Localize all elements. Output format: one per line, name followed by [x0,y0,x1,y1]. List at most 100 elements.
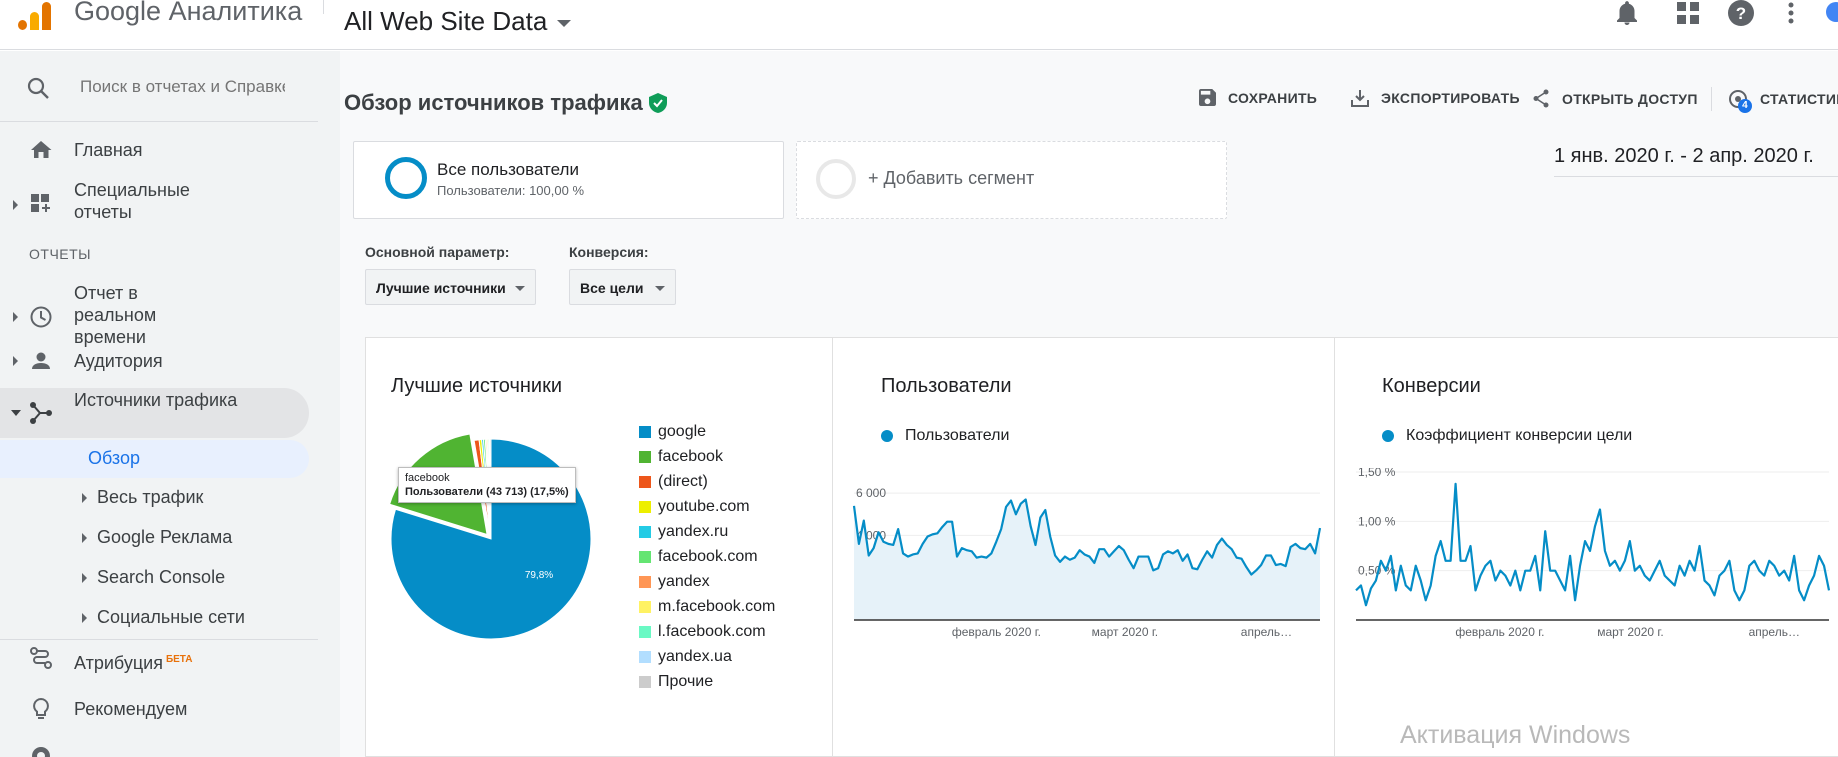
y-tick-label: 1,50 % [1358,468,1396,479]
segment-detail: Пользователи: 100,00 % [437,183,585,198]
sidebar-item-home[interactable]: Главная [0,139,318,169]
x-tick-label: март 2020 г. [1597,625,1663,639]
lightbulb-icon [33,697,49,719]
expand-arrow-icon [13,200,18,210]
sidebar-subitem-google-ads[interactable]: Google Реклама [0,527,318,551]
sidebar-subitem-overview[interactable]: Обзор [0,448,318,472]
segment-all-users[interactable]: Все пользователи Пользователи: 100,00 % [353,141,784,219]
sidebar-item-realtime[interactable]: Отчет в реальном времени [0,282,318,352]
help-icon[interactable]: ? [1728,0,1754,26]
export-button[interactable]: ЭКСПОРТИРОВАТЬ [1351,89,1520,107]
conversions-series-legend[interactable]: Коэффициент конверсии цели [1382,427,1632,445]
chart-tooltip: facebook Пользователи (43 713) (17,5%) [398,467,576,503]
legend-label: (direct) [658,472,708,490]
sidebar-subitem-label: Обзор [88,448,140,468]
sidebar-item-label: Источники трафика [74,390,238,410]
sidebar-item-attribution[interactable]: Атрибуция БЕТА [0,647,318,677]
sidebar-item-acquisition[interactable]: Источники трафика [0,389,318,437]
legend-item[interactable]: facebook.com [639,544,775,569]
pie-label-google: 79,8% [525,570,553,581]
insights-button[interactable]: 4 СТАТИСТИКА [1728,89,1838,113]
sources-legend: google facebook (direct) youtube.com yandex.… [639,419,775,694]
windows-activation-watermark: Активация Windows [1400,721,1631,749]
bell-icon[interactable] [1614,0,1640,26]
conversions-series-label: Коэффициент конверсии цели [1406,427,1633,444]
x-tick-label: февраль 2020 г. [1455,625,1544,639]
sidebar-item-partial[interactable] [28,743,54,757]
expand-arrow-icon [82,613,87,623]
legend-item[interactable]: facebook [639,444,775,469]
legend-label: yandex.ru [658,522,729,540]
legend-item[interactable]: yandex.ru [639,519,775,544]
clock-icon [30,306,52,328]
sidebar-divider [0,639,318,640]
legend-item[interactable]: m.facebook.com [639,594,775,619]
conversion-label: Конверсия: [569,244,649,260]
apps-grid-icon[interactable] [1675,0,1701,26]
segment-name: Все пользователи [437,160,579,179]
expand-arrow-icon [13,312,18,322]
sidebar-item-label: Рекомендуем [74,699,188,719]
avatar[interactable] [1826,2,1838,22]
legend-item[interactable]: yandex [639,569,775,594]
sidebar-subitem-search-console[interactable]: Search Console [0,567,318,591]
sidebar-item-label: Специальные отчеты [74,180,190,222]
x-tick-label: апрель… [1749,625,1800,639]
share-button[interactable]: ОТКРЫТЬ ДОСТУП [1532,89,1698,108]
legend-swatch [639,425,651,438]
share-icon [1533,89,1549,108]
primary-dimension-select[interactable]: Лучшие источники [365,269,536,305]
legend-label: youtube.com [658,497,750,515]
conversions-line-chart[interactable]: 1,50 %1,00 %0,50 %февраль 2020 г. март 20… [1354,468,1838,668]
legend-label: yandex [658,572,710,590]
legend-item[interactable]: (direct) [639,469,775,494]
sidebar: Главная Специальные отчеты ОТЧЕТЫ Отчет … [0,51,340,757]
sidebar-subitem-all-traffic[interactable]: Весь трафик [0,487,318,511]
x-tick-label: февраль 2020 г. [952,625,1041,639]
date-range-picker[interactable]: 1 янв. 2020 г. - 2 апр. 2020 г. [1554,145,1838,177]
sidebar-item-label: Атрибуция [74,653,163,673]
sidebar-item-label: Отчет в реальном времени [74,283,157,347]
person-icon [32,352,50,369]
sidebar-subitem-label: Search Console [97,567,226,587]
column-divider [1334,338,1335,757]
add-segment-button[interactable]: + Добавить сегмент [796,141,1227,219]
users-series-label: Пользователи [905,427,1010,444]
account-selector[interactable]: All Web Site Data [344,6,572,37]
legend-swatch [639,550,651,563]
home-icon [31,141,52,158]
search-input[interactable] [80,77,285,97]
analytics-logo[interactable] [14,0,54,30]
legend-swatch [639,650,651,663]
primary-dimension-label: Основной параметр: [365,244,510,260]
sidebar-item-audience[interactable]: Аудитория [0,350,318,380]
users-area-chart[interactable]: 6 0004 0002 000февраль 2020 г.март 2020 … [852,468,1332,668]
legend-item[interactable]: google [639,419,775,444]
conversion-select[interactable]: Все цели [569,269,676,305]
chevron-down-icon [655,286,665,291]
legend-item[interactable]: yandex.ua [639,644,775,669]
sources-pie-chart[interactable]: 79,8% [386,424,606,644]
y-tick-label: 6 000 [856,486,886,500]
legend-item[interactable]: l.facebook.com [639,619,775,644]
legend-item[interactable]: Прочие [639,669,775,694]
sidebar-subitem-social[interactable]: Социальные сети [0,607,318,631]
legend-item[interactable]: youtube.com [639,494,775,519]
expand-arrow-icon [13,356,18,366]
sidebar-item-custom-reports[interactable]: Специальные отчеты [0,179,318,227]
series-line[interactable] [1355,482,1831,607]
save-button[interactable]: СОХРАНИТЬ [1199,89,1317,106]
insights-label: СТАТИСТИКА [1760,91,1838,107]
tooltip-value: Пользователи (43 713) (17,5%) [405,486,569,498]
more-vert-icon[interactable] [1778,0,1804,26]
users-series-legend[interactable]: Пользователи [881,427,1009,445]
legend-swatch [639,625,651,638]
beta-badge: БЕТА [165,654,193,665]
chevron-down-icon [557,19,572,27]
x-tick-label: апрель… [1241,625,1292,639]
sources-card-title: Лучшие источники [391,375,563,397]
dashboard-plus-icon [31,194,50,212]
expand-arrow-icon [82,533,87,543]
sidebar-item-recommendations[interactable]: Рекомендуем [0,697,318,728]
legend-swatch [639,475,651,488]
